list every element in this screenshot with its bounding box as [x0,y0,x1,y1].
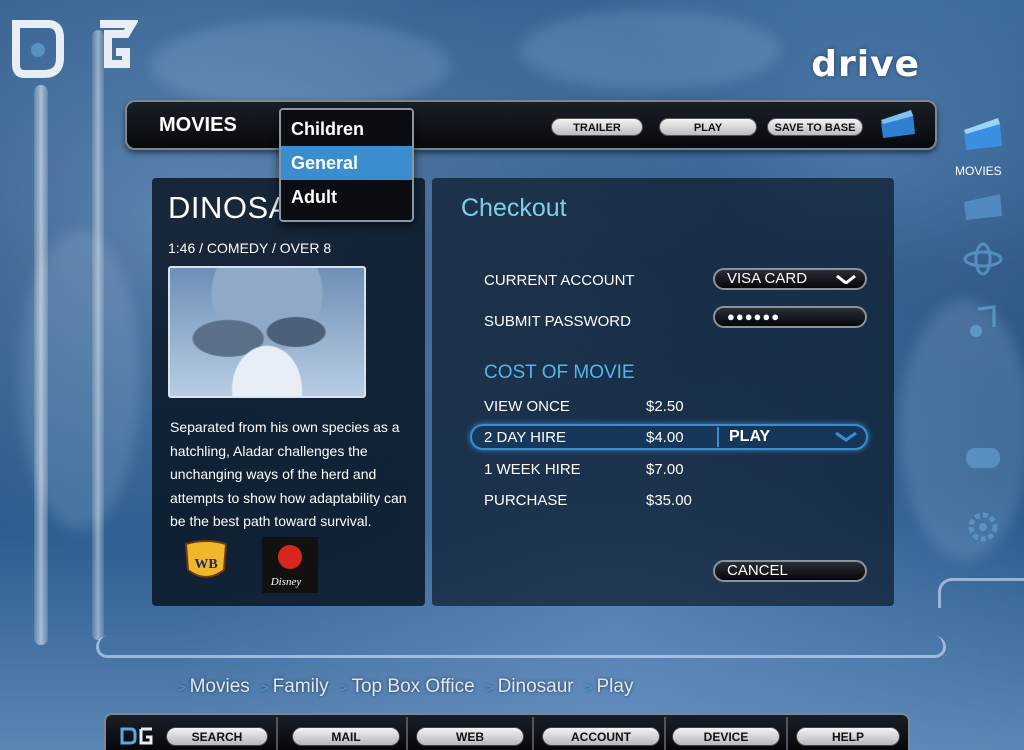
frame-bottom [96,636,946,658]
movie-thumbnail[interactable] [168,266,366,398]
atom-icon[interactable] [960,242,1006,276]
password-label: SUBMIT PASSWORD [484,313,631,330]
warner-bros-logo-icon: WB [184,540,228,578]
cost-heading: COST OF MOVIE [484,362,635,383]
breadcrumb-item-movies[interactable]: Movies [190,676,250,697]
top-bar: MOVIES TRAILER PLAY SAVE TO BASE [125,100,937,150]
nav-search-button[interactable]: SEARCH [166,727,268,746]
movies-clapperboard-icon[interactable] [960,116,1006,150]
account-select-value: VISA CARD [727,270,808,287]
option-price: $2.50 [646,398,684,415]
nav-divider [786,717,788,750]
frame-rail-left [34,85,48,645]
nav-divider [276,717,278,750]
breadcrumb-separator-icon: > [584,680,593,695]
breadcrumb-item-dinosaur[interactable]: Dinosaur [498,676,574,697]
breadcrumb-item-family[interactable]: Family [273,676,329,697]
category-dropdown[interactable]: Children General Adult [279,108,414,222]
tickets-icon[interactable] [960,188,1006,222]
save-to-base-button[interactable]: SAVE TO BASE [767,118,863,136]
dg-logo-icon [12,20,138,78]
nav-device-button[interactable]: DEVICE [672,727,780,746]
trailer-button[interactable]: TRAILER [551,118,643,136]
menu-item-children[interactable]: Children [281,112,412,146]
nav-web-button[interactable]: WEB [416,727,524,746]
option-name: PURCHASE [484,492,568,509]
checkout-panel [432,178,894,606]
nav-account-button[interactable]: ACCOUNT [542,727,660,746]
breadcrumb-separator-icon: > [261,680,269,695]
music-note-icon[interactable] [960,305,1006,339]
clapperboard-icon[interactable] [879,108,917,138]
sidebar-active-label: MOVIES [955,164,1002,178]
controller-icon[interactable] [960,440,1006,474]
menu-item-general[interactable]: General [281,146,412,180]
current-account-label: CURRENT ACCOUNT [484,272,635,289]
option-price: $7.00 [646,461,684,478]
checkout-title: Checkout [461,194,567,222]
option-name: 2 DAY HIRE [484,429,566,446]
bottom-nav: SEARCH MAIL WEB ACCOUNT DEVICE HELP [104,713,910,750]
svg-text:Disney: Disney [270,576,302,588]
breadcrumb: > Movies > Family > Top Box Office > Dinosau… [172,676,633,698]
option-price: $35.00 [646,492,692,509]
background-rock [150,20,450,110]
nav-divider [532,717,534,750]
movie-description: Separated from his own species as a hatc… [170,419,407,529]
background-rock [520,10,780,90]
movie-title: DINOSA [168,190,290,225]
dg-mini-logo-icon[interactable] [120,726,154,746]
breadcrumb-item-play[interactable]: Play [597,676,634,697]
movie-meta: 1:46 / COMEDY / OVER 8 [168,240,332,256]
nav-mail-button[interactable]: MAIL [292,727,400,746]
breadcrumb-item-top-box-office[interactable]: Top Box Office [351,676,474,697]
option-name: VIEW ONCE [484,398,570,415]
option-name: 1 WEEK HIRE [484,461,581,478]
breadcrumb-separator-icon: > [339,680,348,695]
price-option-2-day-hire[interactable]: 2 DAY HIRE $4.00 PLAY [470,424,868,450]
gear-icon[interactable] [960,510,1006,544]
price-option-purchase[interactable]: PURCHASE $35.00 [470,488,868,514]
frame-right [938,578,1024,608]
nav-divider [664,717,666,750]
account-select[interactable]: VISA CARD [713,268,867,290]
option-price: $4.00 [646,429,684,446]
chevron-down-icon [836,275,856,284]
password-input[interactable]: ●●●●●● [713,306,867,328]
breadcrumb-separator-icon: > [178,680,186,695]
chevron-down-icon [835,432,857,442]
frame-rail-inner [92,30,104,640]
action-select-value: PLAY [729,428,771,445]
action-select[interactable]: PLAY [717,427,867,447]
play-button[interactable]: PLAY [659,118,757,136]
section-title: MOVIES [159,114,237,136]
price-option-1-week-hire[interactable]: 1 WEEK HIRE $7.00 [470,457,868,483]
nav-help-button[interactable]: HELP [796,727,900,746]
cancel-button[interactable]: CANCEL [713,560,867,582]
price-option-view-once[interactable]: VIEW ONCE $2.50 [470,394,868,420]
brand-logo: drive [811,44,920,85]
menu-item-adult[interactable]: Adult [281,180,412,214]
svg-text:WB: WB [194,557,217,572]
breadcrumb-separator-icon: > [485,680,494,695]
nav-divider [406,717,408,750]
disney-logo-icon: Disney [262,537,318,593]
